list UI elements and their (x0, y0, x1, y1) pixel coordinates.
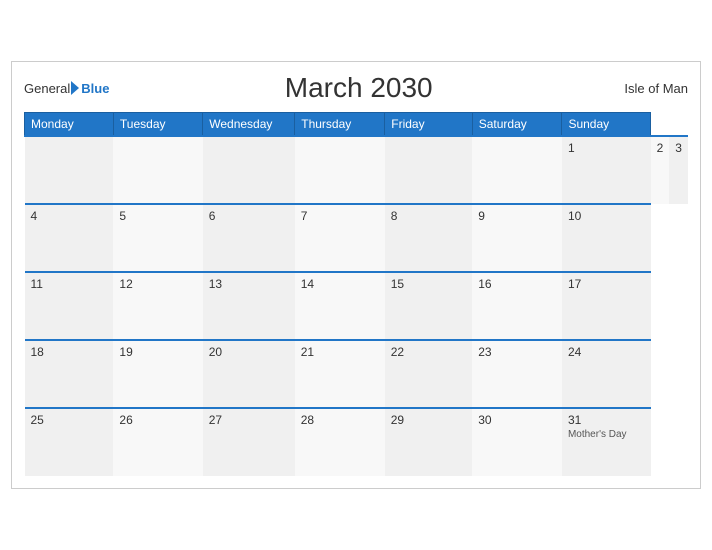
event-label: Mother's Day (568, 429, 645, 440)
day-number: 10 (568, 209, 645, 223)
table-row: 30 (472, 408, 562, 476)
day-number: 4 (31, 209, 108, 223)
day-number: 20 (209, 345, 289, 359)
table-row: 21 (295, 340, 385, 408)
table-row: 16 (472, 272, 562, 340)
empty-day-cell (113, 136, 202, 204)
calendar-week-row: 18 19 20 21 22 23 24 (25, 340, 689, 408)
table-row: 26 (113, 408, 202, 476)
table-row: 29 (385, 408, 473, 476)
calendar-week-row: 25 26 27 28 29 30 31 Mother's Day (25, 408, 689, 476)
day-number: 12 (119, 277, 196, 291)
table-row: 25 (25, 408, 114, 476)
calendar-region: Isle of Man (608, 81, 688, 96)
table-row: 5 (113, 204, 202, 272)
calendar-title: March 2030 (109, 72, 608, 104)
day-number: 21 (301, 345, 379, 359)
calendar-week-row: 456789 10 (25, 204, 689, 272)
header-wednesday: Wednesday (203, 113, 295, 137)
empty-day-cell (25, 136, 114, 204)
table-row: 20 (203, 340, 295, 408)
table-row: 19 (113, 340, 202, 408)
table-row: 28 (295, 408, 385, 476)
day-number: 6 (209, 209, 289, 223)
logo-blue: Blue (81, 81, 109, 96)
day-number: 9 (478, 209, 556, 223)
table-row: 12 (113, 272, 202, 340)
table-row: 11 (25, 272, 114, 340)
table-row: 22 (385, 340, 473, 408)
table-row: 14 (295, 272, 385, 340)
day-number: 27 (209, 413, 289, 427)
calendar-header: General Blue March 2030 Isle of Man (24, 72, 688, 104)
day-number: 3 (675, 141, 682, 155)
table-row: 17 (562, 272, 651, 340)
day-number: 17 (568, 277, 645, 291)
day-number: 31 (568, 413, 645, 427)
day-number: 22 (391, 345, 467, 359)
day-number: 1 (568, 141, 645, 155)
table-row: 18 (25, 340, 114, 408)
logo-triangle-icon (71, 81, 79, 95)
day-number: 15 (391, 277, 467, 291)
table-row: 31 Mother's Day (562, 408, 651, 476)
day-number: 8 (391, 209, 467, 223)
table-row: 24 (562, 340, 651, 408)
header-thursday: Thursday (295, 113, 385, 137)
day-number: 19 (119, 345, 196, 359)
header-monday: Monday (25, 113, 114, 137)
header-tuesday: Tuesday (113, 113, 202, 137)
table-row: 27 (203, 408, 295, 476)
weekday-header-row: Monday Tuesday Wednesday Thursday Friday… (25, 113, 689, 137)
table-row (385, 136, 473, 204)
header-saturday: Saturday (472, 113, 562, 137)
table-row: 1 (562, 136, 651, 204)
table-row: 7 (295, 204, 385, 272)
day-number: 11 (31, 277, 108, 291)
header-sunday: Sunday (562, 113, 651, 137)
day-number: 2 (657, 141, 664, 155)
table-row (295, 136, 385, 204)
calendar-week-row: 123 (25, 136, 689, 204)
table-row: 6 (203, 204, 295, 272)
calendar-week-row: 11 12 13 14 15 16 17 (25, 272, 689, 340)
day-number: 7 (301, 209, 379, 223)
logo-general: General (24, 81, 70, 96)
calendar-container: General Blue March 2030 Isle of Man Mond… (11, 61, 701, 489)
day-number: 25 (31, 413, 108, 427)
day-number: 29 (391, 413, 467, 427)
table-row: 8 (385, 204, 473, 272)
day-number: 13 (209, 277, 289, 291)
table-row: 2 (651, 136, 670, 204)
header-friday: Friday (385, 113, 473, 137)
table-row (472, 136, 562, 204)
table-row: 23 (472, 340, 562, 408)
day-number: 30 (478, 413, 556, 427)
day-number: 16 (478, 277, 556, 291)
day-number: 18 (31, 345, 108, 359)
day-number: 24 (568, 345, 645, 359)
table-row: 3 (669, 136, 688, 204)
table-row: 13 (203, 272, 295, 340)
table-row: 15 (385, 272, 473, 340)
table-row: 9 (472, 204, 562, 272)
day-number: 14 (301, 277, 379, 291)
day-number: 26 (119, 413, 196, 427)
table-row: 4 (25, 204, 114, 272)
empty-day-cell (203, 136, 295, 204)
day-number: 23 (478, 345, 556, 359)
table-row: 10 (562, 204, 651, 272)
day-number: 28 (301, 413, 379, 427)
calendar-grid: Monday Tuesday Wednesday Thursday Friday… (24, 112, 688, 476)
logo: General Blue (24, 81, 109, 96)
day-number: 5 (119, 209, 196, 223)
